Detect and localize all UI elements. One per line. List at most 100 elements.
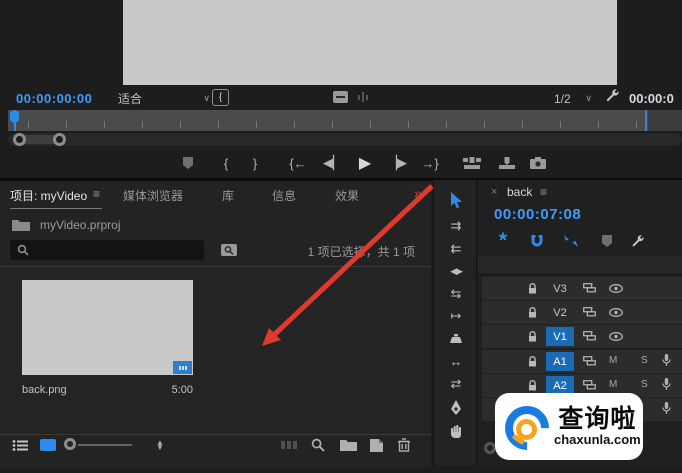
thumbnail-zoom-slider[interactable]: [78, 444, 132, 446]
lock-icon[interactable]: [528, 356, 537, 367]
panel-menu-icon[interactable]: ≡: [93, 187, 100, 201]
monitor-settings-wrench-icon[interactable]: [604, 88, 620, 104]
search-box[interactable]: [10, 240, 204, 260]
rate-stretch-tool[interactable]: ↦: [434, 306, 478, 326]
track-target-v2[interactable]: V2: [546, 303, 574, 322]
selection-tool[interactable]: [434, 190, 478, 210]
razor-tool[interactable]: [434, 329, 478, 349]
step-back-button[interactable]: ◀▏: [320, 151, 346, 175]
track-target-v3[interactable]: V3: [546, 279, 574, 298]
timeline-timecode[interactable]: 00:00:07:08: [494, 206, 581, 223]
monitor-ruler-out-of-range: [648, 110, 682, 131]
insert-button[interactable]: [459, 151, 485, 175]
tab-info[interactable]: 信息: [272, 187, 296, 204]
track-select-backward-tool[interactable]: ⇇: [434, 239, 478, 259]
clear-trash-button[interactable]: [394, 437, 414, 453]
eye-icon[interactable]: [609, 308, 623, 317]
new-item-button[interactable]: [366, 437, 386, 453]
zoom-level-select[interactable]: 适合 ∨: [118, 90, 210, 107]
tab-effects[interactable]: 效果: [335, 187, 359, 204]
add-marker-button[interactable]: [596, 232, 618, 250]
hand-tool[interactable]: [434, 421, 478, 441]
watermark-logo-icon: [495, 396, 559, 459]
mic-icon[interactable]: [662, 378, 671, 391]
tab-overflow-icon[interactable]: »: [414, 185, 422, 201]
lock-icon[interactable]: [528, 283, 537, 294]
drag-audio-only-icon[interactable]: [358, 92, 374, 102]
mute-button[interactable]: M: [609, 355, 617, 366]
timeline-tab[interactable]: back: [507, 185, 532, 199]
goto-out-button[interactable]: →}: [417, 151, 443, 175]
tab-project[interactable]: 项目: myVideo: [10, 187, 87, 204]
search-input[interactable]: [34, 241, 203, 260]
insert-as-nest-button[interactable]: *: [492, 230, 514, 251]
list-view-button[interactable]: [10, 437, 30, 453]
icon-view-button[interactable]: [38, 437, 58, 453]
mic-icon[interactable]: [662, 402, 671, 415]
new-bin-button[interactable]: [338, 437, 358, 453]
track-row-v2[interactable]: V2: [482, 301, 682, 324]
overwrite-button[interactable]: [494, 151, 520, 175]
playback-resolution-select[interactable]: 1/2 ∨: [520, 90, 592, 107]
find-button[interactable]: [308, 437, 328, 453]
automate-to-sequence-button[interactable]: [280, 437, 300, 453]
sync-lock-icon[interactable]: [583, 331, 596, 341]
sync-lock-icon[interactable]: [583, 283, 596, 293]
step-forward-button[interactable]: ▕▶: [384, 151, 410, 175]
project-items-area[interactable]: back.png 5:00: [0, 266, 431, 435]
zoom-handle-left[interactable]: [13, 133, 26, 146]
track-target-a1[interactable]: A1: [546, 352, 574, 371]
mute-button[interactable]: M: [609, 379, 617, 390]
sort-icons-button[interactable]: ▲ ▼: [150, 437, 170, 453]
eye-icon[interactable]: [609, 332, 623, 341]
pen-tool[interactable]: [434, 397, 478, 417]
panel-menu-icon[interactable]: ≡: [540, 185, 547, 199]
tab-libraries[interactable]: 库: [222, 187, 234, 204]
thumbnail-zoom-slider-handle[interactable]: [64, 438, 76, 450]
export-frame-button[interactable]: [525, 151, 551, 175]
timeline-settings-wrench-icon[interactable]: [626, 232, 648, 250]
add-marker-button[interactable]: [175, 151, 201, 175]
monitor-zoom-scrollbar[interactable]: [8, 133, 682, 146]
mark-out-button[interactable]: }: [242, 151, 268, 175]
mark-in-button[interactable]: {: [213, 151, 239, 175]
sync-lock-icon[interactable]: [583, 356, 596, 366]
monitor-preview-image: [123, 0, 617, 85]
zoom-handle-right[interactable]: [53, 133, 66, 146]
clip-name[interactable]: back.png: [22, 384, 67, 396]
drag-video-only-icon[interactable]: [333, 91, 348, 103]
monitor-settings-button[interactable]: {: [212, 89, 229, 106]
slip-tool[interactable]: ↔: [434, 351, 478, 371]
ripple-edit-tool[interactable]: ◀▶: [434, 261, 478, 281]
lock-icon[interactable]: [528, 380, 537, 391]
sync-lock-icon[interactable]: [583, 380, 596, 390]
project-file-name[interactable]: myVideo.prproj: [40, 218, 120, 232]
track-row-a1[interactable]: A1 M S: [482, 350, 682, 373]
panel-close-icon[interactable]: ×: [491, 186, 497, 198]
snap-button[interactable]: [526, 232, 548, 250]
track-row-v1[interactable]: V1: [482, 325, 682, 348]
solo-button[interactable]: S: [641, 355, 648, 366]
timeline-ruler[interactable]: [478, 256, 682, 275]
track-target-v1[interactable]: V1: [546, 327, 574, 346]
tab-media-browser[interactable]: 媒体浏览器: [123, 187, 183, 204]
premiere-window: 00:00:00:00 适合 ∨ { 1/2 ∨ 00:00:0 { } {← …: [0, 0, 682, 473]
lock-icon[interactable]: [528, 307, 537, 318]
linked-selection-button[interactable]: [560, 232, 582, 250]
lock-icon[interactable]: [528, 331, 537, 342]
sync-lock-icon[interactable]: [583, 307, 596, 317]
monitor-current-timecode[interactable]: 00:00:00:00: [16, 91, 92, 106]
sort-diamond-icon: ▲ ▼: [156, 438, 164, 452]
eye-icon[interactable]: [609, 284, 623, 293]
solo-button[interactable]: S: [641, 379, 648, 390]
goto-in-button[interactable]: {←: [285, 151, 311, 175]
monitor-time-ruler[interactable]: [8, 110, 682, 131]
track-select-forward-tool[interactable]: ⇉: [434, 216, 478, 236]
find-in-bin-button[interactable]: [216, 240, 242, 260]
play-button[interactable]: ▶: [352, 151, 378, 175]
clip-thumbnail[interactable]: [22, 280, 193, 375]
mic-icon[interactable]: [662, 354, 671, 367]
slide-tool[interactable]: ⇄: [434, 374, 478, 394]
track-row-v3[interactable]: V3: [482, 277, 682, 300]
rolling-edit-tool[interactable]: ⇆: [434, 284, 478, 304]
